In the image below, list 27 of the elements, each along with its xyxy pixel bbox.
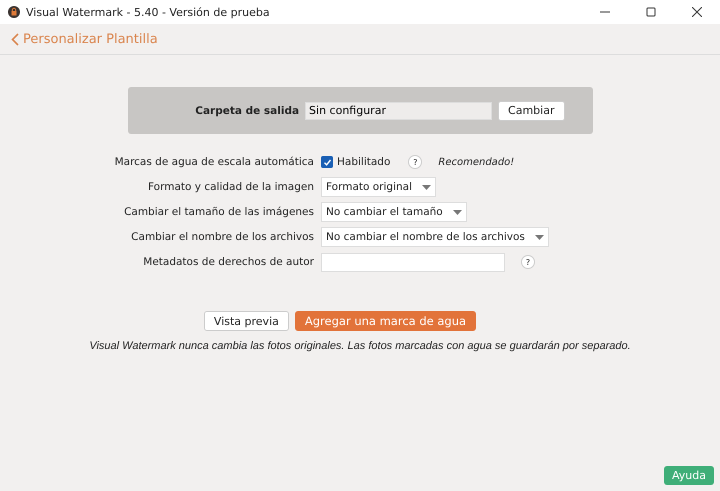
recommended-note: Recomendado! <box>438 156 514 168</box>
close-icon[interactable] <box>692 7 702 17</box>
setting-label: Marcas de agua de escala automática <box>114 156 315 168</box>
caret-icon <box>422 184 432 190</box>
window-title: Visual Watermark - 5.40 - Versión de prueba <box>26 6 270 18</box>
copyright-field[interactable] <box>321 252 505 272</box>
caret-icon <box>452 210 462 214</box>
caret-icon <box>534 234 544 240</box>
dropdown[interactable]: No cambiar el tamaño <box>321 202 467 222</box>
info-note: Visual Watermark nunca cambia las fotos originales. Las fotos marcadas con agua se guardarán por separado. <box>89 340 631 352</box>
output-folder-field[interactable]: Sin configurar <box>305 102 492 120</box>
checkbox-label[interactable]: Habilitado <box>337 156 390 168</box>
help-button[interactable]: ? <box>408 155 422 169</box>
setting-label: Cambiar el nombre de los archivos <box>130 231 315 243</box>
maximize-icon[interactable] <box>646 7 656 17</box>
setting-label: Formato y calidad de la imagen <box>147 181 315 193</box>
chevron-icon <box>11 32 19 46</box>
setting-label: Metadatos de derechos de autor <box>142 256 315 268</box>
dropdown[interactable]: No cambiar el nombre de los archivos <box>321 227 549 247</box>
help-button[interactable]: ? <box>521 255 535 269</box>
app-logo-icon <box>8 6 20 18</box>
preview-button[interactable]: Vista previa <box>204 311 289 331</box>
checkbox[interactable] <box>321 156 333 168</box>
change-button[interactable]: Cambiar <box>498 100 564 120</box>
dropdown[interactable]: Formato original <box>321 177 436 197</box>
output-folder-label: Carpeta de salida <box>195 104 300 116</box>
setting-label: Cambiar el tamaño de las imágenes <box>123 206 315 218</box>
